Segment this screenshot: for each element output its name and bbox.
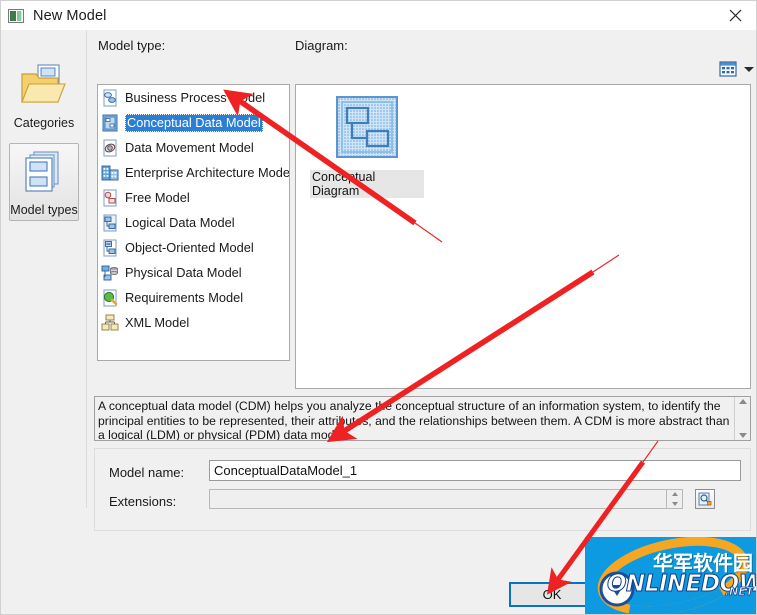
list-item-label: Logical Data Model (125, 215, 235, 230)
app-window-icon (8, 8, 24, 23)
list-item[interactable]: XML Model (98, 310, 289, 335)
scroll-up-arrow-icon[interactable] (738, 399, 747, 404)
list-item[interactable]: Business Process Model (98, 85, 289, 110)
extensions-label: Extensions: (109, 494, 177, 509)
list-view-icon[interactable] (718, 61, 738, 78)
left-rail: Categories Model types (1, 30, 87, 533)
list-item[interactable]: Physical Data Model (98, 260, 289, 285)
new-model-dialog: New Model Categories Model types Model t… (0, 0, 757, 615)
scroll-down-arrow-icon[interactable] (738, 433, 747, 438)
list-item[interactable]: Free Model (98, 185, 289, 210)
diagram-panel[interactable]: Conceptual Diagram (295, 84, 751, 389)
window-title: New Model (33, 7, 107, 24)
list-item[interactable]: Requirements Model (98, 285, 289, 310)
xml-model-icon (101, 314, 119, 332)
list-item-label: Data Movement Model (125, 140, 254, 155)
list-item-label: Business Process Model (125, 90, 266, 105)
description-text: A conceptual data model (CDM) helps you … (98, 399, 730, 440)
requirements-model-icon (101, 289, 119, 307)
list-item-label: Free Model (125, 190, 190, 205)
enterprise-architecture-model-icon (101, 164, 119, 182)
diagram-item-conceptual-diagram[interactable]: Conceptual Diagram (310, 95, 424, 198)
spinner-updown-icon[interactable] (667, 489, 683, 509)
title-bar: New Model (1, 1, 756, 30)
diagram-heading: Diagram: (295, 38, 348, 53)
model-name-label: Model name: (109, 465, 185, 480)
model-name-input[interactable]: ConceptualDataModel_1 (209, 460, 741, 481)
conceptual-data-model-icon (101, 114, 119, 132)
sidebar-item-categories[interactable]: Categories (9, 56, 79, 134)
dialog-body: Categories Model types Model type: Diagr… (1, 30, 756, 614)
list-item[interactable]: Enterprise Architecture Model (98, 160, 289, 185)
list-item-label: Physical Data Model (125, 265, 242, 280)
watermark-overlay: 华军软件园 ONLINEDOWN .NET (585, 537, 756, 614)
model-settings-group: Model name: ConceptualDataModel_1 Extens… (94, 448, 751, 531)
free-model-icon (101, 189, 119, 207)
rail-divider (86, 30, 87, 508)
list-item[interactable]: Object-Oriented Model (98, 235, 289, 260)
list-item-label: Requirements Model (125, 290, 244, 305)
sidebar-item-model-types[interactable]: Model types (9, 143, 79, 221)
chevron-down-icon[interactable] (744, 67, 754, 72)
list-item[interactable]: Data Movement Model (98, 135, 289, 160)
list-item-conceptual-data-model[interactable]: Conceptual Data Model (98, 110, 289, 135)
diagram-item-label: Conceptual Diagram (310, 170, 424, 198)
list-item-label: Object-Oriented Model (125, 240, 254, 255)
physical-data-model-icon (101, 264, 119, 282)
logical-data-model-icon (101, 214, 119, 232)
object-oriented-model-icon (101, 239, 119, 257)
description-scrollbar[interactable] (734, 397, 750, 440)
sidebar-item-label: Model types (10, 203, 78, 217)
watermark-suffix: .NET (725, 585, 754, 599)
conceptual-diagram-icon (335, 95, 399, 164)
list-item-label: Enterprise Architecture Model (125, 165, 290, 180)
list-item-label: Conceptual Data Model (125, 113, 263, 132)
extensions-input[interactable] (209, 489, 667, 509)
ok-button[interactable]: OK (509, 582, 595, 607)
list-item[interactable]: Logical Data Model (98, 210, 289, 235)
model-type-list[interactable]: Business Process Model Conceptual Data M… (97, 84, 290, 361)
model-type-heading: Model type: (98, 38, 166, 53)
browse-ellipsis-icon[interactable] (695, 489, 715, 509)
data-movement-model-icon (101, 139, 119, 157)
description-box: A conceptual data model (CDM) helps you … (94, 396, 751, 441)
business-process-model-icon (101, 89, 119, 107)
folder-documents-icon (18, 62, 70, 113)
close-icon[interactable] (712, 1, 756, 30)
list-item-label: XML Model (125, 315, 190, 330)
stacked-documents-icon (18, 149, 70, 200)
sidebar-item-label: Categories (13, 116, 75, 130)
